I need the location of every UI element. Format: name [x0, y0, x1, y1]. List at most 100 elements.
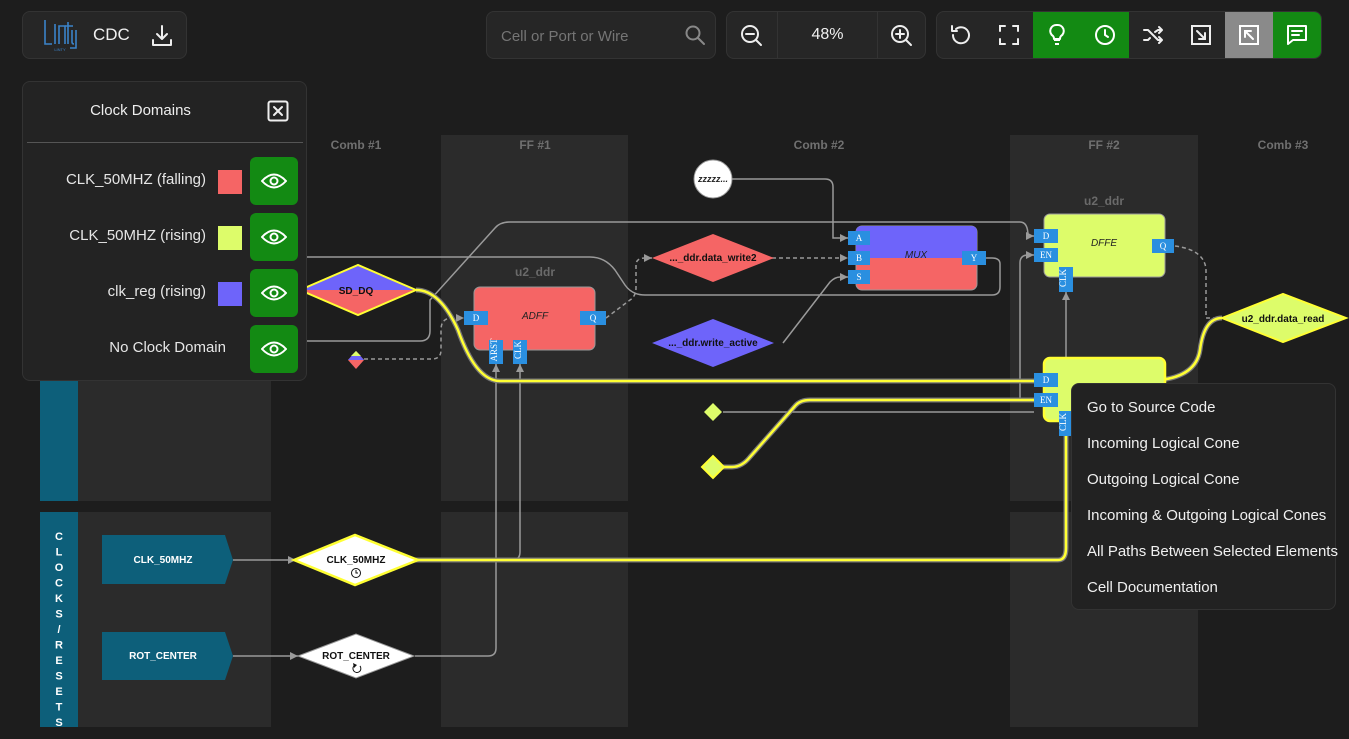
dffe2-port-d-label: D [1043, 375, 1050, 385]
dffe-port-d-label: D [1043, 231, 1050, 241]
mux-port-b-label: B [856, 253, 862, 263]
app-header-panel: LINTY CDC [22, 11, 187, 59]
clock-panel-title: Clock Domains [90, 102, 191, 119]
search-icon[interactable] [684, 24, 706, 51]
column-label-comb1: Comb #1 [331, 138, 382, 152]
small-const-node[interactable] [348, 351, 364, 369]
dffe-port-clk-label: CLK [1058, 268, 1068, 287]
clk-50mhz-buffer-label: CLK_50MHZ [327, 555, 386, 566]
main-toolbar [936, 11, 1322, 59]
menu-item-all-paths[interactable]: All Paths Between Selected Elements [1087, 543, 1338, 560]
clock-domain-row: CLK_50MHZ (rising) [23, 213, 308, 261]
search-box[interactable] [486, 11, 716, 59]
data-write2-label: ..._ddr.data_write2 [669, 253, 757, 264]
collapse-button[interactable] [1225, 12, 1273, 58]
mux-type-label: MUX [905, 250, 928, 261]
mux-cell[interactable]: MUX A B S Y [848, 225, 986, 291]
rot-center-buffer-label: ROT_CENTER [322, 651, 391, 662]
clock-icon [1095, 25, 1115, 45]
clock-panel-divider [27, 142, 303, 143]
logo-text: LINTY [54, 47, 66, 52]
zoom-out-button[interactable] [727, 12, 775, 58]
menu-item-incoming-cone[interactable]: Incoming Logical Cone [1087, 435, 1240, 452]
adff-port-q-label: Q [590, 313, 597, 323]
dffe2-port-clk-label: CLK [1058, 412, 1068, 431]
clock-domain-row: clk_reg (rising) [23, 269, 308, 317]
arrow-down-right-icon [1191, 25, 1211, 45]
data-read-label: u2_ddr.data_read [1242, 314, 1325, 325]
clock-domain-row: No Clock Domain [23, 325, 308, 373]
small-yellow-node-1[interactable] [704, 403, 722, 421]
write-active-node[interactable]: ..._ddr.write_active [652, 319, 774, 367]
clock-domains-button[interactable] [1081, 12, 1129, 58]
clock-domain-color-swatch [218, 226, 242, 250]
clock-column-ff1-bg [441, 512, 628, 727]
arrowheads [288, 232, 1070, 660]
dffe2-port-en-label: EN [1040, 395, 1052, 405]
group-bar-data [40, 370, 78, 501]
download-icon [152, 25, 172, 46]
linty-logo: LINTY [43, 18, 77, 52]
expand-button[interactable] [1177, 12, 1225, 58]
column-label-comb3: Comb #3 [1258, 138, 1309, 152]
column-label-ff2: FF #2 [1088, 138, 1120, 152]
data-write2-node[interactable]: ..._ddr.data_write2 [652, 234, 774, 282]
clk-50mhz-port-label: CLK_50MHZ [134, 555, 193, 566]
mux-port-y-label: Y [971, 253, 978, 263]
hints-button[interactable] [1033, 12, 1081, 58]
toggle-visibility-button[interactable] [250, 325, 298, 373]
menu-item-cell-docs[interactable]: Cell Documentation [1087, 579, 1218, 596]
menu-item-in-out-cones[interactable]: Incoming & Outgoing Logical Cones [1087, 507, 1326, 524]
toggle-visibility-button[interactable] [250, 157, 298, 205]
menu-item-outgoing-cone[interactable]: Outgoing Logical Cone [1087, 471, 1240, 488]
comments-button[interactable] [1273, 12, 1321, 58]
const-zzz-node[interactable]: zzzzz... [693, 159, 733, 199]
reset-view-button[interactable] [937, 12, 985, 58]
close-panel-button[interactable] [267, 100, 289, 122]
clock-domain-label: clk_reg (rising) [107, 283, 206, 300]
eye-icon [261, 173, 287, 189]
clock-domain-row: CLK_50MHZ (falling) [23, 157, 308, 205]
column-label-comb2: Comb #2 [794, 138, 845, 152]
reset-icon [951, 25, 970, 45]
small-yellow-node-2[interactable] [700, 454, 726, 480]
sd-dq-label: SD_DQ [339, 286, 374, 297]
toggle-visibility-button[interactable] [250, 269, 298, 317]
zoom-in-button[interactable] [877, 12, 925, 58]
clock-domain-color-swatch [218, 282, 242, 306]
rot-center-port-label: ROT_CENTER [129, 651, 198, 662]
zoom-level: 48% [777, 12, 878, 58]
clk-50mhz-input-port[interactable]: CLK_50MHZ [102, 535, 233, 584]
fullscreen-icon [999, 25, 1019, 45]
dffe-port-en-label: EN [1040, 250, 1052, 260]
shuffle-button[interactable] [1129, 12, 1177, 58]
rot-center-buffer-node[interactable]: ROT_CENTER [296, 633, 416, 679]
adff-port-arst-label: ARST [489, 338, 499, 362]
arrow-up-left-icon [1239, 25, 1259, 45]
sd-dq-port-node[interactable]: SD_DQ [297, 263, 419, 317]
column-label-ff1: FF #1 [519, 138, 551, 152]
clk-50mhz-buffer-node[interactable]: CLK_50MHZ [290, 533, 422, 587]
menu-item-go-to-source[interactable]: Go to Source Code [1087, 399, 1215, 416]
close-icon [267, 100, 289, 122]
search-input[interactable] [499, 23, 673, 49]
dffe-type-label: DFFE [1091, 238, 1117, 249]
toggle-visibility-button[interactable] [250, 213, 298, 261]
adff-port-clk-label: CLK [513, 340, 523, 359]
eye-icon [261, 341, 287, 357]
clock-domain-color-swatch [218, 170, 242, 194]
adff-port-d-label: D [473, 313, 480, 323]
clock-domain-label: CLK_50MHZ (rising) [69, 227, 206, 244]
clock-domain-label: No Clock Domain [109, 339, 226, 356]
data-read-port-node[interactable]: u2_ddr.data_read [1219, 292, 1349, 344]
clock-domain-label: CLK_50MHZ (falling) [65, 171, 206, 188]
zoom-in-icon [891, 25, 912, 46]
rot-center-input-port[interactable]: ROT_CENTER [102, 632, 233, 680]
fullscreen-button[interactable] [985, 12, 1033, 58]
eye-icon [261, 229, 287, 245]
adff-instance-label: u2_ddr [515, 265, 555, 279]
const-zzz-label: zzzzz... [697, 174, 728, 184]
mux-port-a-label: A [856, 233, 863, 243]
adff-type-label: ADFF [521, 311, 549, 322]
download-button[interactable] [149, 23, 175, 49]
